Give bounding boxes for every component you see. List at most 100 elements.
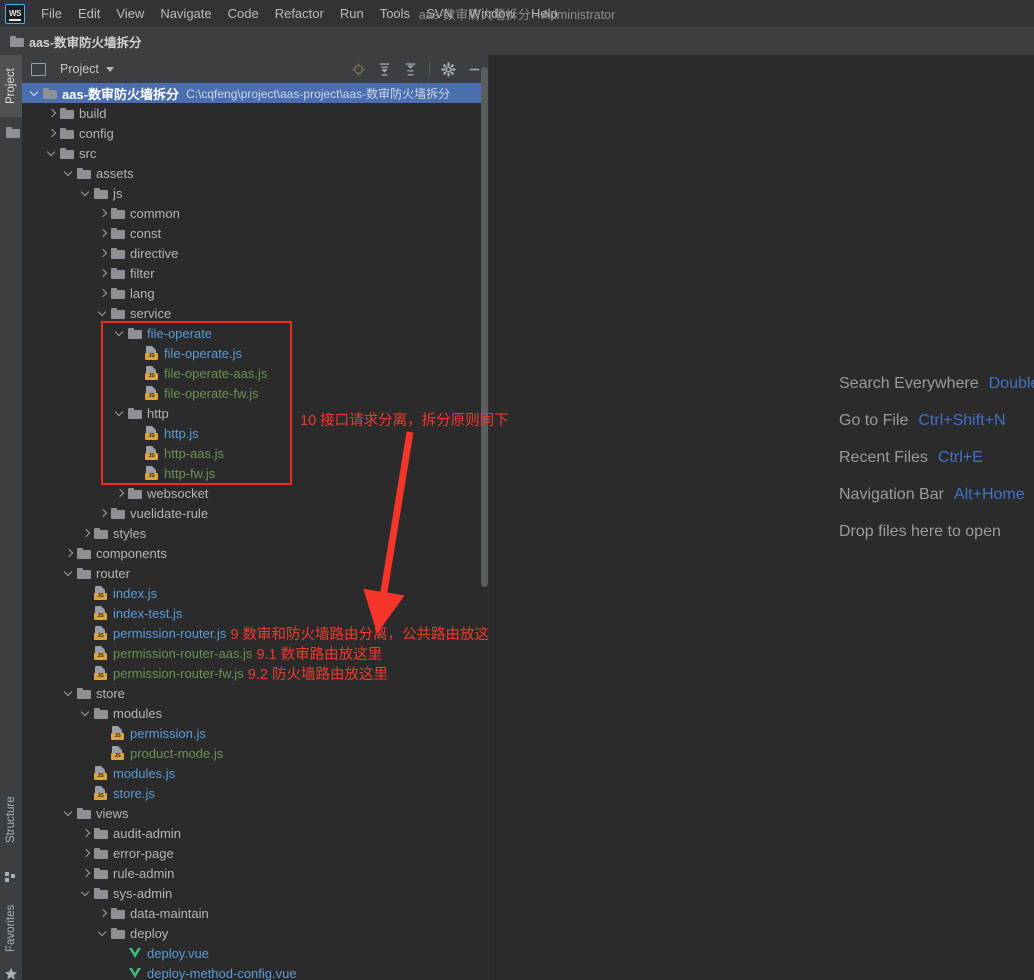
- chevron-right-icon[interactable]: [98, 208, 109, 219]
- tree-row[interactable]: error-page: [22, 843, 488, 863]
- chevron-down-icon[interactable]: [64, 688, 75, 699]
- chevron-down-icon[interactable]: [64, 168, 75, 179]
- chevron-right-icon[interactable]: [98, 908, 109, 919]
- tree-row[interactable]: JS http-aas.js: [22, 443, 488, 463]
- tree-row[interactable]: rule-admin: [22, 863, 488, 883]
- menu-item-edit[interactable]: Edit: [70, 3, 108, 24]
- expand-all-icon[interactable]: [377, 62, 392, 77]
- menu-item-refactor[interactable]: Refactor: [267, 3, 332, 24]
- folder-icon: [94, 187, 108, 199]
- chevron-right-icon[interactable]: [98, 228, 109, 239]
- menu-item-code[interactable]: Code: [220, 3, 267, 24]
- tree-row[interactable]: directive: [22, 243, 488, 263]
- chevron-right-icon[interactable]: [64, 548, 75, 559]
- folder-icon: [94, 527, 108, 539]
- tree-row[interactable]: JS file-operate-aas.js: [22, 363, 488, 383]
- chevron-right-icon[interactable]: [115, 488, 126, 499]
- sidebar-item-structure[interactable]: Structure: [0, 775, 22, 865]
- tree-row-label: components: [96, 545, 167, 561]
- chevron-down-icon[interactable]: [30, 88, 41, 99]
- chevron-down-icon[interactable]: [64, 568, 75, 579]
- chevron-right-icon[interactable]: [81, 828, 92, 839]
- tree-row[interactable]: JS modules.js: [22, 763, 488, 783]
- tree-row-label: lang: [130, 285, 155, 301]
- tree-row[interactable]: audit-admin: [22, 823, 488, 843]
- menu-item-help[interactable]: Help: [523, 3, 566, 24]
- tree-row[interactable]: components: [22, 543, 488, 563]
- tree-row[interactable]: JS index-test.js: [22, 603, 488, 623]
- tree-row[interactable]: JS permission-router.js 9 数审和防火墙路由分离，公共路由放…: [22, 623, 488, 643]
- chevron-down-icon[interactable]: [81, 888, 92, 899]
- menu-item-svn[interactable]: SVN: [418, 3, 461, 24]
- breadcrumb[interactable]: aas-数审防火墙拆分: [8, 32, 142, 51]
- menu-item-view[interactable]: View: [108, 3, 152, 24]
- chevron-down-icon[interactable]: [81, 708, 92, 719]
- gear-icon[interactable]: [441, 61, 456, 77]
- tree-row[interactable]: lang: [22, 283, 488, 303]
- locate-target-icon[interactable]: [351, 62, 366, 77]
- tree-row[interactable]: const: [22, 223, 488, 243]
- chevron-down-icon[interactable]: [115, 328, 126, 339]
- tree-row[interactable]: data-maintain: [22, 903, 488, 923]
- tree-row[interactable]: JS file-operate.js: [22, 343, 488, 363]
- tree-row[interactable]: store: [22, 683, 488, 703]
- tree-row[interactable]: JS permission.js: [22, 723, 488, 743]
- menu-item-window[interactable]: Window: [461, 3, 523, 24]
- tree-row[interactable]: JS index.js: [22, 583, 488, 603]
- tree-scrollbar[interactable]: [481, 67, 488, 587]
- collapse-all-icon[interactable]: [403, 62, 418, 77]
- chevron-right-icon[interactable]: [47, 108, 58, 119]
- tree-row[interactable]: build: [22, 103, 488, 123]
- tree-row[interactable]: assets: [22, 163, 488, 183]
- chevron-down-icon[interactable]: [105, 66, 114, 72]
- tree-row[interactable]: src: [22, 143, 488, 163]
- tree-row[interactable]: filter: [22, 263, 488, 283]
- tree-row[interactable]: deploy: [22, 923, 488, 943]
- chevron-down-icon[interactable]: [98, 928, 109, 939]
- chevron-down-icon[interactable]: [47, 148, 58, 159]
- chevron-right-icon[interactable]: [98, 268, 109, 279]
- tree-row[interactable]: websocket: [22, 483, 488, 503]
- chevron-right-icon[interactable]: [98, 248, 109, 259]
- chevron-right-icon[interactable]: [81, 848, 92, 859]
- tree-row[interactable]: modules: [22, 703, 488, 723]
- tree-row[interactable]: JS permission-router-fw.js 9.2 防火墙路由放这里: [22, 663, 488, 683]
- tree-row[interactable]: file-operate: [22, 323, 488, 343]
- tree-row[interactable]: service: [22, 303, 488, 323]
- menu-item-tools[interactable]: Tools: [372, 3, 418, 24]
- folder-icon: [111, 247, 125, 259]
- chevron-right-icon[interactable]: [81, 868, 92, 879]
- tree-row[interactable]: JS store.js: [22, 783, 488, 803]
- chevron-down-icon[interactable]: [98, 308, 109, 319]
- tree-row[interactable]: deploy.vue: [22, 943, 488, 963]
- menu-item-run[interactable]: Run: [332, 3, 372, 24]
- tree-row[interactable]: common: [22, 203, 488, 223]
- minimize-icon[interactable]: [467, 62, 482, 77]
- sidebar-item-favorites[interactable]: Favorites: [0, 888, 22, 968]
- chevron-down-icon[interactable]: [64, 808, 75, 819]
- chevron-right-icon[interactable]: [47, 128, 58, 139]
- tree-row[interactable]: styles: [22, 523, 488, 543]
- tree-row[interactable]: JS product-mode.js: [22, 743, 488, 763]
- chevron-down-icon[interactable]: [115, 408, 126, 419]
- sidebar-item-project[interactable]: Project: [0, 55, 22, 117]
- menu-item-file[interactable]: File: [33, 3, 70, 24]
- tree-row[interactable]: sys-admin: [22, 883, 488, 903]
- project-file-tree[interactable]: aas-数审防火墙拆分 C:\cqfeng\project\aas-project…: [22, 83, 488, 980]
- tree-row[interactable]: views: [22, 803, 488, 823]
- tree-row[interactable]: JS permission-router-aas.js 9.1 数审路由放这里: [22, 643, 488, 663]
- tree-row[interactable]: JS file-operate-fw.js: [22, 383, 488, 403]
- tree-row-label: http: [147, 405, 169, 421]
- tree-row[interactable]: JS http-fw.js: [22, 463, 488, 483]
- tree-row[interactable]: js: [22, 183, 488, 203]
- tree-row[interactable]: aas-数审防火墙拆分 C:\cqfeng\project\aas-project…: [22, 83, 488, 103]
- chevron-down-icon[interactable]: [81, 188, 92, 199]
- chevron-right-icon[interactable]: [98, 508, 109, 519]
- tree-row[interactable]: config: [22, 123, 488, 143]
- chevron-right-icon[interactable]: [98, 288, 109, 299]
- menu-item-navigate[interactable]: Navigate: [152, 3, 219, 24]
- tree-row[interactable]: vuelidate-rule: [22, 503, 488, 523]
- chevron-right-icon[interactable]: [81, 528, 92, 539]
- tree-row[interactable]: deploy-method-config.vue: [22, 963, 488, 980]
- tree-row[interactable]: router: [22, 563, 488, 583]
